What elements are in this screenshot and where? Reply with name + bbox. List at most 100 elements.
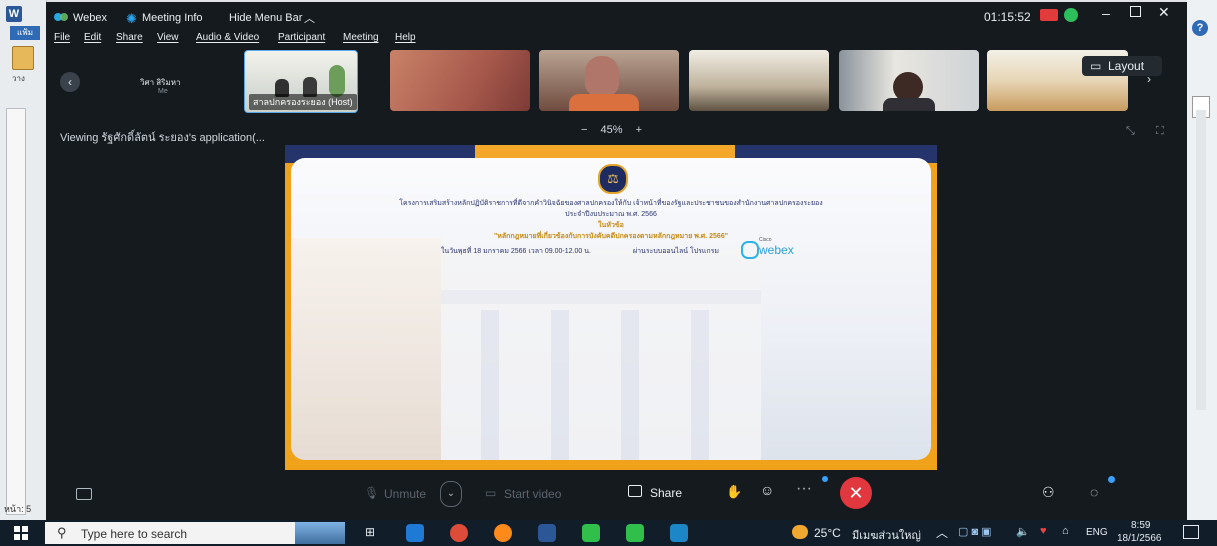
minimize-icon[interactable]: – [1102,5,1110,21]
edge-icon[interactable] [406,524,424,542]
notifications-icon[interactable] [1183,525,1199,539]
webex-window: Webex ✺ Meeting Info Hide Menu Bar ︿ 01:… [46,2,1187,520]
windows-taskbar: ⚲ Type here to search ⊞ 25°C มีเมฆส่วนให… [0,520,1217,546]
language-indicator[interactable]: ENG [1086,527,1108,538]
slide-topic-heading: ในหัวข้อ [598,222,624,229]
maximize-icon[interactable] [1130,6,1141,17]
task-view-icon[interactable]: ⊞ [365,525,375,539]
word-app-icon[interactable]: W [6,6,22,22]
network-health-icon[interactable] [1064,8,1078,22]
participants-icon[interactable]: ⚇ [1042,484,1055,501]
slide-topic: "หลักกฎหมายที่เกี่ยวข้องกับการบังคับคดีป… [493,233,729,240]
slide-date-time: ในวันพุธที่ 18 มกราคม 2566 เวลา 09.00-12… [441,248,591,255]
windows-start-icon[interactable] [14,526,28,540]
camera-icon[interactable]: ▭ [485,486,496,500]
audio-options-chevron-icon[interactable]: ⌄ [440,481,462,507]
building-column [551,310,569,460]
line-icon[interactable] [582,524,600,542]
weather-icon [792,525,808,539]
zoom-out-button[interactable]: − [581,124,587,136]
tray-shield-icon[interactable]: ♥ [1040,525,1047,537]
info-icon: ✺ [126,11,137,26]
menu-bar: File Edit Share View Audio & Video Parti… [46,32,1187,48]
meeting-timer: 01:15:52 [984,10,1031,24]
building-column [691,310,709,460]
video-tile-participant-2[interactable] [390,50,530,111]
menu-meeting[interactable]: Meeting [343,32,379,43]
webex-wordmark: webex [759,243,794,257]
weather-temp[interactable]: 25°C [814,526,841,540]
menu-audio-video[interactable]: Audio & Video [196,32,259,43]
tray-chevron-up-icon[interactable]: ︿ [936,524,948,541]
webex-logo-icon [54,12,68,22]
annotate-icon[interactable]: ⤡ [1126,125,1135,138]
participant-filmstrip: ‹ วิศา สิริมหา Me สาลปกครองระยอง (Host) … [46,48,1187,114]
clock-date[interactable]: 18/1/2566 [1117,533,1162,544]
firefox-icon[interactable] [494,524,512,542]
hide-menu-bar-button[interactable]: Hide Menu Bar [229,12,302,24]
menu-participant[interactable]: Participant [278,32,325,43]
menu-file[interactable]: File [54,32,70,43]
court-emblem-icon: ⚖ [598,164,628,194]
menu-edit[interactable]: Edit [84,32,101,43]
building-image [441,250,761,460]
video-tile-participant-5[interactable] [839,50,979,111]
participant-face [585,56,619,96]
vertical-ruler [6,108,26,515]
weather-desc[interactable]: มีเมฆส่วนใหญ่ [852,526,921,544]
chevron-up-icon[interactable]: ︿ [304,10,315,26]
menu-view[interactable]: View [157,32,179,43]
search-placeholder: Type here to search [81,527,188,541]
paste-icon[interactable] [12,46,34,70]
meeting-info-button[interactable]: Meeting Info [142,12,203,24]
viewing-label: Viewing รัฐศักดิ์ลัตน์ ระยอง's applicati… [60,132,265,144]
raise-hand-icon[interactable]: ✋ [726,484,742,500]
zoom-level: 45% [600,124,623,136]
leave-meeting-button[interactable]: ✕ [840,477,872,509]
line-icon-2[interactable] [626,524,644,542]
layout-icon: ▭ [1090,59,1102,73]
more-options-icon[interactable]: ··· [796,480,812,498]
participant-shirt [569,94,639,111]
video-tile-participant-3[interactable] [539,50,679,111]
building-column [621,310,639,460]
mute-icon[interactable]: 🎙 [364,486,379,500]
word-right-panel: ? [1187,0,1217,520]
video-tile-participant-4[interactable] [689,50,829,111]
start-video-button[interactable]: Start video [504,487,561,501]
page-indicator[interactable]: หน้า: 5 [4,502,31,516]
close-icon[interactable]: ✕ [1158,4,1170,21]
zoom-control: − 45% + [581,124,642,136]
unmute-button[interactable]: Unmute [384,487,426,501]
help-icon[interactable]: ? [1192,20,1208,36]
self-sub-label: Me [158,88,168,95]
webex-taskbar-icon[interactable] [670,524,688,542]
speaker-icon[interactable]: 🔈 [1016,525,1030,538]
network-icon[interactable]: ⌂ [1062,525,1069,537]
notification-dot [822,476,828,482]
taskbar-search[interactable]: ⚲ Type here to search [45,522,345,544]
chat-icon[interactable]: ◌ [1090,484,1098,500]
slide-fiscal-year: ประจำปีงบประมาณ พ.ศ. 2566 [565,211,657,218]
zoom-in-button[interactable]: + [636,124,642,136]
tray-app-icons[interactable]: ▢ ◙ ▣ [958,525,992,538]
reactions-icon[interactable]: ☺ [760,482,774,498]
search-highlight-image [295,522,345,544]
menu-help[interactable]: Help [395,32,416,43]
share-icon[interactable] [628,485,642,497]
captions-icon[interactable] [76,488,92,500]
filmstrip-next-button[interactable]: › [1147,72,1163,88]
recording-icon[interactable] [1040,9,1058,21]
word-taskbar-icon[interactable] [538,524,556,542]
word-file-tab[interactable]: แฟ้ม [10,26,40,40]
menu-share[interactable]: Share [116,32,143,43]
chrome-icon[interactable] [450,524,468,542]
video-tile-host[interactable]: สาลปกครองระยอง (Host) [244,50,358,113]
word-left-panel: W แฟ้ม วาง หน้า: 5 [0,0,47,520]
filmstrip-prev-button[interactable]: ‹ [60,72,80,92]
clock-time[interactable]: 8:59 [1131,520,1150,531]
share-button[interactable]: Share [650,486,682,500]
fullscreen-icon[interactable]: ⛶ [1156,125,1164,138]
scrollbar[interactable] [1196,110,1206,410]
plant-decor [329,65,345,97]
